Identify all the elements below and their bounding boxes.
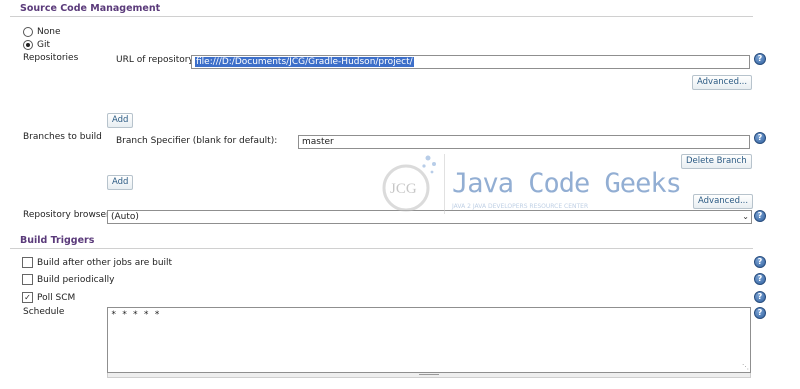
- delete-branch-button[interactable]: Delete Branch: [681, 154, 752, 169]
- help-icon[interactable]: ?: [754, 132, 766, 144]
- add-repository-button[interactable]: Add: [107, 113, 134, 128]
- section-title-scm: Source Code Management: [20, 3, 161, 14]
- help-icon[interactable]: ?: [754, 210, 766, 222]
- help-icon[interactable]: ?: [754, 307, 766, 319]
- help-icon[interactable]: ?: [754, 256, 766, 268]
- repository-browser-value: (Auto): [111, 212, 139, 222]
- watermark-subtitle: JAVA 2 JAVA DEVELOPERS RESOURCE CENTER: [452, 203, 589, 210]
- chevron-down-icon: ⌄: [742, 212, 749, 221]
- schedule-textarea[interactable]: * * * * * ⋱: [107, 307, 751, 373]
- url-label: URL of repository: [116, 55, 194, 65]
- build-after-jobs-checkbox[interactable]: [22, 257, 33, 268]
- section-divider: [10, 248, 753, 249]
- branch-specifier-input[interactable]: master: [298, 135, 750, 149]
- branch-specifier-label: Branch Specifier (blank for default):: [116, 136, 278, 146]
- branches-label: Branches to build: [23, 132, 102, 142]
- resize-grip-icon[interactable]: ⋱: [742, 363, 749, 371]
- section-title-build-triggers: Build Triggers: [20, 235, 95, 246]
- build-after-jobs-label: Build after other jobs are built: [37, 258, 173, 268]
- radio-git-label: Git: [37, 40, 51, 50]
- repositories-label: Repositories: [23, 53, 79, 63]
- watermark-divider: [444, 154, 445, 214]
- repository-browser-label: Repository browser: [23, 210, 110, 220]
- schedule-label: Schedule: [23, 307, 65, 317]
- advanced-button[interactable]: Advanced...: [692, 75, 753, 90]
- jcg-logo-icon: JCG: [382, 155, 436, 212]
- radio-none[interactable]: [23, 27, 33, 37]
- poll-scm-label: Poll SCM: [37, 293, 76, 303]
- build-periodically-checkbox[interactable]: [22, 274, 33, 285]
- jcg-logo-text: JCG: [390, 181, 417, 197]
- textarea-resize-handle[interactable]: [107, 373, 751, 378]
- help-icon[interactable]: ?: [754, 273, 766, 285]
- help-icon[interactable]: ?: [754, 291, 766, 303]
- help-icon[interactable]: ?: [754, 53, 766, 65]
- radio-none-label: None: [37, 27, 61, 37]
- add-branch-button[interactable]: Add: [107, 175, 134, 190]
- watermark-title: Java Code Geeks: [452, 168, 682, 199]
- build-periodically-label: Build periodically: [37, 275, 115, 285]
- radio-git[interactable]: [23, 40, 33, 50]
- repository-url-input[interactable]: file:///D:/Documents/JCG/Gradle-Hudson/p…: [191, 55, 750, 69]
- schedule-value: * * * * *: [111, 310, 160, 320]
- advanced-button-2[interactable]: Advanced...: [693, 194, 754, 209]
- poll-scm-checkbox[interactable]: ✓: [22, 292, 33, 303]
- repository-url-value: file:///D:/Documents/JCG/Gradle-Hudson/p…: [195, 57, 414, 67]
- section-divider: [10, 16, 753, 17]
- watermark: JCG Java Code Geeks JAVA 2 JAVA DEVELOPE…: [380, 150, 682, 220]
